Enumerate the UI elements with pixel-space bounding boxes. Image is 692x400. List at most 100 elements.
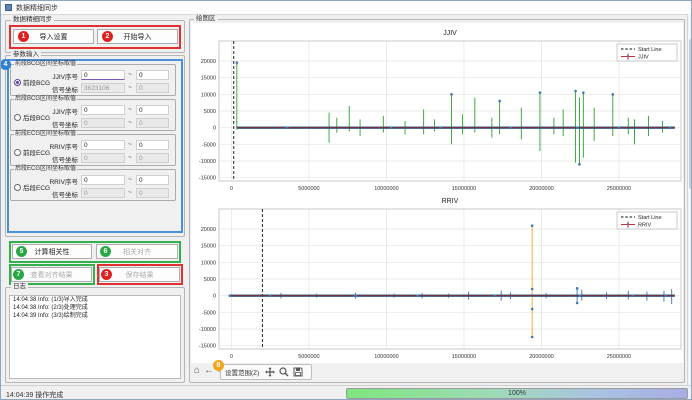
svg-text:-5000: -5000 xyxy=(202,142,216,148)
jjiv-index-to-input[interactable] xyxy=(136,70,169,80)
progress-bar: 100% xyxy=(346,388,688,399)
status-text: 14:04:39 操作完成 xyxy=(6,390,63,400)
svg-text:10000000: 10000000 xyxy=(374,354,398,360)
charts-svg: 0500000010000000150000002000000025000000… xyxy=(191,23,683,363)
svg-text:15000000: 15000000 xyxy=(452,354,476,360)
param-group-rear-ecg: 后段ECG区间坐标取值 后段ECG RRIV序号 ~ 信号坐标 ~ xyxy=(10,169,176,201)
log-entry: 14:04:38 Info: (1/3)导入完成 xyxy=(10,296,180,304)
app-icon xyxy=(5,4,12,11)
app-window: 数据精细同步 数据精细同步 导入设置 开始导入 1 2 参数输入 4 前段BCG… xyxy=(0,0,692,400)
annotation-badge-1: 1 xyxy=(18,31,29,42)
field-label: JJIV序号 xyxy=(44,106,78,116)
svg-text:Start Line: Start Line xyxy=(638,47,662,53)
svg-text:Start Line: Start Line xyxy=(638,215,662,221)
home-icon[interactable]: ⌂ xyxy=(191,365,203,376)
svg-text:20000: 20000 xyxy=(201,59,216,65)
jjiv-index-from-input[interactable] xyxy=(81,105,125,115)
field-label: JJIV序号 xyxy=(44,71,78,81)
svg-text:25000000: 25000000 xyxy=(607,186,631,192)
field-label: RRIV序号 xyxy=(44,176,78,186)
param-group-front-bcg: 前段BCG区间坐标取值 前段BCG JJIV序号 ~ 信号坐标 ~ xyxy=(10,64,176,96)
set-range-button[interactable]: 设置范围(Z) xyxy=(221,367,263,377)
param-group-title: 前段ECG区间坐标取值 xyxy=(14,131,77,138)
svg-text:5000: 5000 xyxy=(204,109,216,115)
log-group-label: 日志 xyxy=(11,283,28,290)
annotation-badge-8: 8 xyxy=(213,360,224,371)
range-tilde: ~ xyxy=(128,119,132,126)
range-tilde: ~ xyxy=(128,176,132,183)
svg-text:15000000: 15000000 xyxy=(452,186,476,192)
log-entry: 14:04:39 Info: (3/3)绘制完成 xyxy=(10,312,180,320)
log-entry: 14:04:38 Info: (2/3)处理完成 xyxy=(10,304,180,312)
annotation-badge-5: 5 xyxy=(16,246,27,257)
plot-group-label: 绘图区 xyxy=(194,15,218,22)
rriv-index-from-input[interactable] xyxy=(81,140,125,150)
svg-text:10000000: 10000000 xyxy=(374,186,398,192)
svg-text:RRIV: RRIV xyxy=(442,198,459,205)
signal-coord-from-input xyxy=(81,153,125,163)
svg-text:-10000: -10000 xyxy=(199,327,216,333)
param-group-rear-bcg: 后段BCG区间坐标取值 后段BCG JJIV序号 ~ 信号坐标 ~ xyxy=(10,99,176,131)
range-tilde: ~ xyxy=(128,106,132,113)
range-tilde: ~ xyxy=(128,84,132,91)
signal-coord-to-input xyxy=(136,118,169,128)
sync-group-label: 数据精细同步 xyxy=(11,16,54,23)
svg-text:JJIV: JJIV xyxy=(443,30,457,37)
plot-toolbar: ⌂ ← → 设置范围(Z) xyxy=(191,364,491,381)
svg-text:20000: 20000 xyxy=(201,227,216,233)
signal-coord-from-input xyxy=(81,188,125,198)
svg-text:0: 0 xyxy=(213,126,216,132)
pan-icon[interactable] xyxy=(265,367,275,377)
param-group-front-ecg: 前段ECG区间坐标取值 前段ECG RRIV序号 ~ 信号坐标 ~ xyxy=(10,134,176,166)
title-bar: 数据精细同步 xyxy=(1,1,692,15)
annotation-badge-3: 3 xyxy=(101,269,112,280)
toolbar-group: 设置范围(Z) xyxy=(220,364,312,380)
rriv-index-from-input[interactable] xyxy=(81,175,125,185)
vertical-scrollbar[interactable] xyxy=(687,14,692,385)
zoom-icon[interactable] xyxy=(279,367,289,377)
field-label: RRIV序号 xyxy=(44,141,78,151)
svg-text:0: 0 xyxy=(230,186,233,192)
field-label: 信号坐标 xyxy=(44,189,78,199)
svg-text:0: 0 xyxy=(230,354,233,360)
rriv-index-to-input[interactable] xyxy=(136,175,169,185)
log-textarea[interactable]: 14:04:38 Info: (1/3)导入完成 14:04:38 Info: … xyxy=(9,295,181,379)
svg-text:RRIV: RRIV xyxy=(638,223,651,229)
svg-text:5000000: 5000000 xyxy=(298,354,319,360)
signal-coord-from-input xyxy=(81,118,125,128)
annotation-badge-4: 4 xyxy=(0,59,11,70)
svg-text:20000000: 20000000 xyxy=(529,354,553,360)
svg-text:10000: 10000 xyxy=(201,92,216,98)
annotation-badge-7: 7 xyxy=(13,269,24,280)
save-icon[interactable] xyxy=(293,367,303,377)
status-bar: 14:04:39 操作完成 100% xyxy=(1,385,692,400)
svg-text:5000000: 5000000 xyxy=(298,186,319,192)
plot-figure[interactable]: 0500000010000000150000002000000025000000… xyxy=(191,23,683,363)
field-label: 信号坐标 xyxy=(44,84,78,94)
params-group-label: 参数输入 xyxy=(11,51,41,58)
progress-label: 100% xyxy=(508,390,526,397)
signal-coord-from-input xyxy=(81,83,125,93)
svg-text:10000: 10000 xyxy=(201,260,216,266)
jjiv-index-to-input[interactable] xyxy=(136,105,169,115)
annotation-badge-2: 2 xyxy=(102,31,113,42)
svg-text:-15000: -15000 xyxy=(199,344,216,350)
svg-text:5000: 5000 xyxy=(204,277,216,283)
param-group-title: 后段ECG区间坐标取值 xyxy=(14,166,77,173)
annotation-badge-6: 6 xyxy=(100,246,111,257)
jjiv-index-from-input[interactable] xyxy=(81,70,125,80)
range-tilde: ~ xyxy=(128,141,132,148)
svg-text:JJIV: JJIV xyxy=(638,55,649,61)
svg-text:0: 0 xyxy=(213,294,216,300)
svg-text:25000000: 25000000 xyxy=(607,354,631,360)
svg-text:-5000: -5000 xyxy=(202,310,216,316)
range-tilde: ~ xyxy=(128,189,132,196)
svg-text:15000: 15000 xyxy=(201,76,216,82)
signal-coord-to-input xyxy=(136,188,169,198)
param-group-title: 后段BCG区间坐标取值 xyxy=(14,96,77,103)
rriv-index-to-input[interactable] xyxy=(136,140,169,150)
field-label: 信号坐标 xyxy=(44,119,78,129)
param-group-title: 前段BCG区间坐标取值 xyxy=(14,61,77,68)
window-title: 数据精细同步 xyxy=(16,3,58,13)
svg-text:15000: 15000 xyxy=(201,244,216,250)
